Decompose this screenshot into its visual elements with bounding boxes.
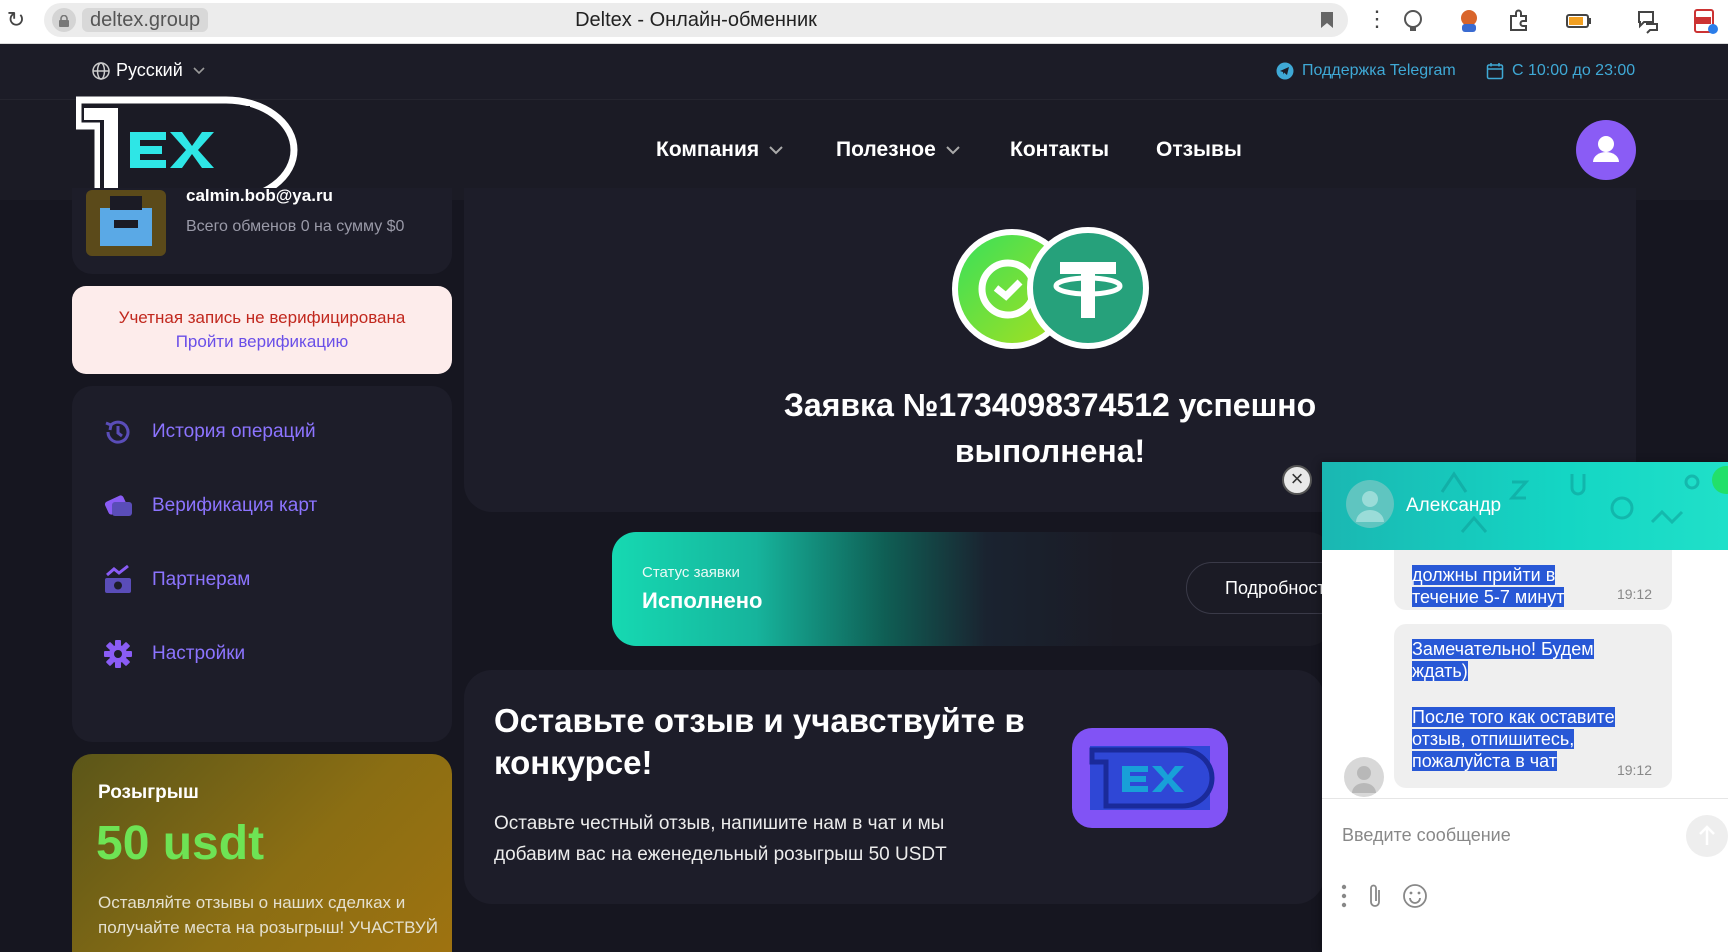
sidebar-item-label: Партнерам xyxy=(152,569,251,590)
chevron-down-icon xyxy=(946,145,960,154)
nav-useful[interactable]: Полезное xyxy=(836,138,960,162)
extension-character-icon[interactable] xyxy=(1456,8,1482,34)
nav-reviews-label: Отзывы xyxy=(1156,138,1242,161)
nav-useful-label: Полезное xyxy=(836,138,936,161)
sidebar-item-history[interactable]: История операций xyxy=(102,416,316,448)
calendar-icon xyxy=(1486,63,1504,80)
bookmark-icon[interactable] xyxy=(1320,11,1334,29)
nav-reviews[interactable]: Отзывы xyxy=(1156,138,1242,162)
partners-icon xyxy=(105,564,131,593)
sidebar-item-label: Настройки xyxy=(152,643,246,664)
user-icon xyxy=(1593,136,1619,162)
chat-message-text: Замечательно! Будем ждать) xyxy=(1412,639,1594,681)
giveaway-text: Оставляйте отзывы о наших сделках и полу… xyxy=(98,893,438,937)
chat-header: Александр xyxy=(1322,462,1728,550)
chat-message-time: 19:12 xyxy=(1616,586,1652,602)
review-contest-card: Оставьте отзыв и учавствуйте в конкурсе!… xyxy=(464,670,1324,904)
chevron-down-icon xyxy=(193,66,205,74)
details-button[interactable]: Подробности xyxy=(1186,562,1332,614)
globe-icon xyxy=(92,61,110,80)
nav-contacts[interactable]: Контакты xyxy=(1010,138,1109,162)
reload-icon[interactable]: ↻ xyxy=(4,8,28,32)
status-label: Статус заявки xyxy=(642,564,740,581)
address-bar[interactable]: deltex.group Deltex - Онлайн-обменник xyxy=(44,3,1348,37)
menu-dots-icon[interactable]: ⋮ xyxy=(1366,6,1388,32)
working-hours-label: С 10:00 до 23:00 xyxy=(1512,62,1636,79)
giveaway-card[interactable]: Розыгрыш 50 usdt Оставляйте отзывы о наш… xyxy=(72,754,452,952)
chat-message-time: 19:12 xyxy=(1616,762,1652,778)
sidebar-item-label: Верификация карт xyxy=(152,495,318,516)
user-card: calmin.bob@ya.ru Всего обменов 0 на сумм… xyxy=(72,186,452,274)
sidebar-item-label: История операций xyxy=(152,421,316,442)
support-telegram-label: Поддержка Telegram xyxy=(1302,62,1456,79)
attachment-icon[interactable] xyxy=(1366,883,1384,909)
chat-close-button[interactable]: × xyxy=(1282,465,1312,495)
extension-chat-icon[interactable] xyxy=(1636,8,1662,34)
order-success-title: Заявка №1734098374512 успешно выполнена! xyxy=(783,387,1317,469)
more-options-icon[interactable] xyxy=(1340,883,1348,909)
working-hours: С 10:00 до 23:00 xyxy=(1486,62,1635,80)
giveaway-amount: 50 usdt xyxy=(96,817,265,870)
card-icon xyxy=(104,495,132,516)
chat-tools xyxy=(1340,883,1428,909)
user-stats: Всего обменов 0 на сумму $0 xyxy=(186,218,405,235)
tab-title: Deltex - Онлайн-обменник xyxy=(575,9,817,31)
history-icon xyxy=(105,420,130,444)
sidebar-item-card-verification[interactable]: Верификация карт xyxy=(102,490,317,522)
chat-message-text: После того как оставите отзыв, отпишитес… xyxy=(1412,707,1615,771)
arrow-up-icon xyxy=(1699,825,1715,845)
main-navigation: Компания Полезное Контакты Отзывы xyxy=(0,96,1728,204)
operator-name: Александр xyxy=(1406,495,1502,516)
chat-widget: Александр должны прийти в течение 5-7 ми… xyxy=(1322,462,1728,952)
browser-toolbar: ↻ deltex.group Deltex - Онлайн-обменник … xyxy=(0,0,1728,44)
operator-message-avatar xyxy=(1344,757,1384,797)
order-status-card: Статус заявки Исполнено Подробности xyxy=(612,532,1332,646)
send-button[interactable] xyxy=(1686,815,1728,857)
operator-avatar xyxy=(1346,480,1394,528)
chat-message-input[interactable]: Введите сообщение xyxy=(1342,825,1511,846)
deltex-logo-badge xyxy=(1072,728,1228,828)
nav-contacts-label: Контакты xyxy=(1010,138,1110,161)
nav-company-label: Компания xyxy=(656,138,760,161)
giveaway-title: Розыгрыш xyxy=(98,782,199,803)
sidebar-item-partners[interactable]: Партнерам xyxy=(102,564,250,596)
chat-message: Замечательно! Будем ждать) После того ка… xyxy=(1394,624,1672,788)
verification-warning: Учетная запись не верифицирована xyxy=(118,308,406,327)
chat-message-text: должны прийти в течение 5-7 минут xyxy=(1412,565,1565,607)
telegram-icon xyxy=(1276,62,1294,80)
extensions-puzzle-icon[interactable] xyxy=(1506,8,1532,34)
avatar[interactable] xyxy=(86,190,166,256)
chat-composer: Введите сообщение xyxy=(1322,798,1728,952)
chat-message: должны прийти в течение 5-7 минут 19:12 xyxy=(1394,550,1672,610)
user-email: calmin.bob@ya.ru xyxy=(186,186,333,205)
extension-bulb-icon[interactable] xyxy=(1400,8,1426,34)
support-telegram-link[interactable]: Поддержка Telegram xyxy=(1276,62,1456,80)
pdf-extension-icon[interactable] xyxy=(1692,8,1718,34)
language-label: Русский xyxy=(116,60,183,80)
gear-icon xyxy=(104,640,132,668)
review-text: Оставьте честный отзыв, напишите нам в ч… xyxy=(494,813,947,865)
emoji-icon[interactable] xyxy=(1402,883,1428,909)
verification-alert: Учетная запись не верифицирована Пройти … xyxy=(72,286,452,374)
nav-company[interactable]: Компания xyxy=(656,138,783,162)
page: ↻ deltex.group Deltex - Онлайн-обменник … xyxy=(0,0,1728,952)
language-selector[interactable]: Русский xyxy=(92,60,205,81)
battery-icon[interactable] xyxy=(1566,8,1592,34)
sidebar-item-settings[interactable]: Настройки xyxy=(102,638,245,670)
status-value: Исполнено xyxy=(642,588,763,613)
chevron-down-icon xyxy=(769,145,783,154)
verification-link[interactable]: Пройти верификацию xyxy=(72,332,452,352)
top-bar: Русский Поддержка Telegram С 10:00 до 23… xyxy=(0,44,1728,100)
review-title: Оставьте отзыв и учавствуйте в конкурсе! xyxy=(494,702,1025,781)
tether-icon xyxy=(1026,226,1150,350)
account-menu: История операций Верификация карт Партне… xyxy=(72,386,452,742)
profile-button[interactable] xyxy=(1576,120,1636,180)
